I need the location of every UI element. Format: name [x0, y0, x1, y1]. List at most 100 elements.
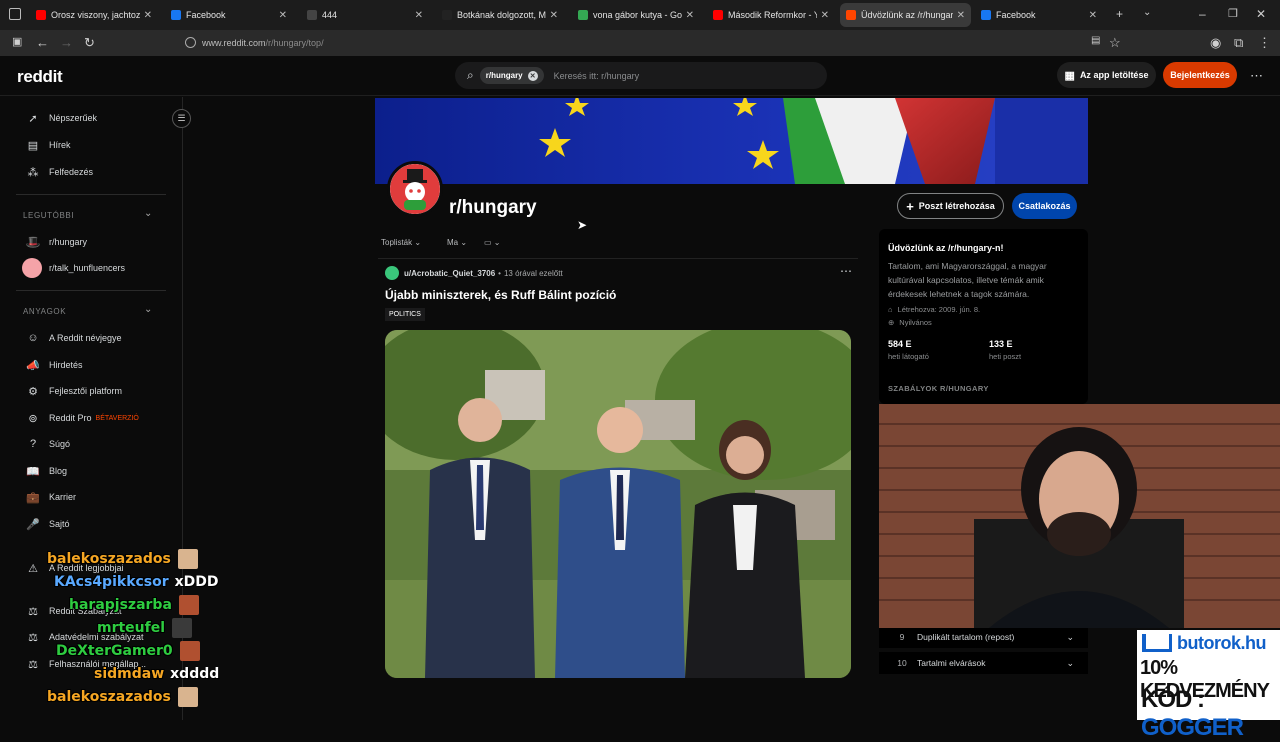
close-tab-icon[interactable]: ✕	[957, 10, 965, 21]
more-options-icon[interactable]: ⋯	[1250, 68, 1263, 84]
chat-username: harapjszarba	[69, 597, 172, 613]
url-field[interactable]: www.reddit.com/r/hungary/top/	[182, 34, 1132, 52]
chevron-down-icon[interactable]: ⌄	[144, 304, 152, 315]
url-host: www.reddit.com	[202, 38, 266, 48]
forward-icon[interactable]: →	[60, 35, 73, 50]
browser-tab[interactable]: vona gábor kutya - Google ✕	[572, 3, 700, 27]
close-window-icon[interactable]: ✕	[1256, 7, 1266, 21]
recent-section-header[interactable]: LEGUTÓBBI	[23, 211, 74, 220]
tab-favicon-icon	[307, 10, 317, 20]
chat-emote-icon	[172, 618, 193, 638]
chat-username: sidmdaw	[94, 666, 165, 682]
bookmark-star-icon[interactable]: ☆	[1109, 35, 1121, 51]
subreddit-banner	[375, 98, 1088, 184]
new-tab-icon[interactable]: +	[1116, 7, 1123, 21]
sidebar-item-news[interactable]: ▤ Hírek	[26, 135, 71, 155]
search-icon: ⌕	[467, 68, 474, 82]
webcam-overlay	[879, 404, 1280, 628]
browser-tab[interactable]: Facebook ✕	[975, 3, 1103, 27]
sidebar-item-about-reddit[interactable]: ☺ A Reddit névjegye	[26, 328, 121, 348]
browser-tab[interactable]: Orosz viszony, jachtozás, g ✕	[30, 3, 158, 27]
rule-text: Tartalmi elvárások	[917, 658, 986, 668]
sidebar-item-dev-platform[interactable]: ⚙ Fejlesztői platform	[26, 381, 122, 401]
chat-emote-icon	[177, 549, 198, 569]
tab-favicon-icon	[578, 10, 588, 20]
browser-tab[interactable]: Facebook ✕	[165, 3, 293, 27]
view-mode-dropdown[interactable]: ▭ ⌄	[484, 238, 501, 247]
chat-username: balekoszazados	[47, 551, 171, 567]
close-tab-icon[interactable]: ✕	[686, 10, 694, 21]
chat-message: mrteufel	[97, 617, 193, 639]
join-button[interactable]: Csatlakozás	[1012, 193, 1077, 219]
close-tab-icon[interactable]: ✕	[821, 10, 829, 21]
rule-item-10[interactable]: 10 Tartalmi elvárások ⌄	[879, 652, 1088, 674]
create-post-button[interactable]: + Poszt létrehozása	[897, 193, 1004, 219]
get-app-button[interactable]: ▦ Az app letöltése	[1057, 62, 1156, 88]
close-tab-icon[interactable]: ✕	[550, 10, 558, 21]
about-description: Tartalom, ami Magyarországgal, a magyar …	[888, 261, 1047, 299]
search-subreddit-chip[interactable]: r/hungary ✕	[479, 67, 544, 84]
sort-time-dropdown[interactable]: Ma ⌄	[447, 238, 467, 247]
weekly-visitors: 584 E heti látogató	[888, 339, 929, 361]
restore-icon[interactable]: ❐	[1228, 7, 1238, 20]
resources-section-header[interactable]: ANYAGOK	[23, 307, 66, 316]
sidebar-item-reddit-pro[interactable]: ⊚ Reddit Pro BÉTAVERZIÓ	[26, 408, 138, 428]
rule-item-9[interactable]: 9 Duplikált tartalom (repost) ⌄	[879, 626, 1088, 648]
browser-tab[interactable]: Üdvözlünk az /r/hungary-n! ✕	[840, 3, 971, 27]
close-tab-icon[interactable]: ✕	[415, 10, 423, 21]
sidebar-item-help[interactable]: ? Súgó	[26, 434, 70, 454]
tab-actions-icon[interactable]	[9, 8, 21, 20]
chevron-down-icon[interactable]: ⌄	[144, 208, 152, 219]
developer-icon: ⚙	[28, 385, 38, 398]
back-icon[interactable]: ←	[36, 35, 49, 50]
collapse-sidebar-icon[interactable]: ☰	[172, 109, 191, 128]
close-tab-icon[interactable]: ✕	[279, 10, 287, 21]
sidebar-toggle-icon[interactable]: ▣	[12, 35, 22, 48]
site-info-icon[interactable]	[185, 37, 196, 48]
browser-tab[interactable]: Második Reformkor - YouTu ✕	[707, 3, 835, 27]
sidebar-item-press[interactable]: 🎤 Sajtó	[26, 514, 69, 534]
post-options-icon[interactable]: ⋯	[840, 264, 852, 278]
post-flair[interactable]: POLITICS	[385, 308, 425, 321]
profile-icon[interactable]: ◉	[1210, 35, 1221, 51]
clear-chip-icon[interactable]: ✕	[527, 70, 538, 81]
globe-icon: ⊕	[888, 318, 895, 327]
chat-message: sidmdaw xdddd	[94, 663, 219, 685]
get-app-label: Az app letöltése	[1079, 70, 1149, 80]
reddit-logo[interactable]: reddit	[17, 67, 63, 87]
sort-time-label: Ma	[447, 238, 459, 247]
post-title[interactable]: Újabb miniszterek, és Ruff Bálint pozíci…	[385, 288, 616, 302]
mouse-cursor-icon: ➤	[577, 218, 588, 232]
post-author[interactable]: u/Acrobatic_Quiet_3706	[404, 269, 495, 278]
reload-icon[interactable]: ↻	[84, 35, 95, 51]
divider	[16, 194, 166, 195]
sidebar-item-advertise[interactable]: 📣 Hirdetés	[26, 355, 82, 375]
author-avatar[interactable]	[385, 266, 399, 280]
extensions-icon[interactable]: ⧉	[1234, 35, 1243, 51]
menu-dots-icon[interactable]: ⋮	[1258, 35, 1271, 51]
minimize-icon[interactable]: –	[1199, 7, 1206, 21]
sidebar-item-explore[interactable]: ⁂ Felfedezés	[26, 162, 94, 182]
tab-title: Botkának dolgozott, Márki	[457, 10, 546, 20]
close-tab-icon[interactable]: ✕	[1089, 10, 1097, 21]
subreddit-about-card: Üdvözlünk az /r/hungary-n! Tartalom, ami…	[879, 229, 1088, 404]
sidebar-item-popular[interactable]: ➚ Népszerűek	[26, 108, 97, 128]
sidebar-item-r-hungary[interactable]: 🎩 r/hungary	[26, 232, 88, 252]
sidebar-item-blog[interactable]: 📖 Blog	[26, 461, 67, 481]
sidebar-item-label: Hírek	[49, 140, 71, 150]
sidebar-item-label: Fejlesztői platform	[49, 386, 123, 396]
sidebar-item-talk-hunfluencers[interactable]: r/talk_hunfluencers	[22, 258, 125, 278]
close-tab-icon[interactable]: ✕	[144, 10, 152, 21]
sort-top-dropdown[interactable]: Toplisták ⌄	[381, 238, 421, 247]
search-bar[interactable]: ⌕ r/hungary ✕ Keresés itt: r/hungary	[455, 62, 827, 89]
browser-tab[interactable]: 444 ✕	[301, 3, 429, 27]
chat-username: DeXterGamer0	[56, 643, 173, 659]
post-image[interactable]	[385, 330, 851, 678]
sidebar-item-careers[interactable]: 💼 Karrier	[26, 487, 76, 507]
reader-view-icon[interactable]: ▤	[1091, 35, 1100, 46]
trending-icon: ➚	[28, 112, 38, 125]
login-button[interactable]: Bejelentkezés	[1163, 62, 1237, 88]
tab-list-chevron-icon[interactable]: ⌄	[1143, 7, 1151, 18]
browser-tab[interactable]: Botkának dolgozott, Márki ✕	[436, 3, 564, 27]
created-date: ⌂ Létrehozva: 2009. jún. 8.	[888, 305, 1079, 314]
